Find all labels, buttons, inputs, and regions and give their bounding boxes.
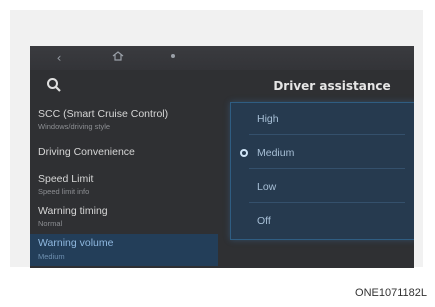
option-high[interactable]: High	[231, 105, 414, 135]
option-medium[interactable]: Medium	[231, 139, 414, 169]
search-icon[interactable]	[46, 77, 64, 95]
menu-item-speed-limit[interactable]: Speed Limit Speed limit info	[30, 173, 218, 199]
infotainment-screen: ‹ Driver assistance SCC (Smart Cruise Co…	[30, 46, 414, 268]
dots-icon[interactable]	[164, 50, 182, 66]
menu-item-driving-convenience[interactable]: Driving Convenience	[30, 146, 218, 168]
divider	[249, 202, 405, 203]
divider	[249, 168, 405, 169]
warning-volume-options: High Medium Low Off	[230, 102, 414, 240]
divider	[249, 134, 405, 135]
figure-code: ONE1071182L	[355, 287, 427, 299]
menu-item-scc[interactable]: SCC (Smart Cruise Control) Windows/drivi…	[30, 108, 218, 134]
radio-selected-icon	[240, 149, 248, 157]
home-icon[interactable]	[109, 50, 127, 66]
option-off[interactable]: Off	[231, 207, 414, 237]
top-bar: ‹	[30, 46, 414, 70]
chevron-left-icon[interactable]: ‹	[50, 50, 68, 66]
option-low[interactable]: Low	[231, 173, 414, 203]
menu-item-warning-timing[interactable]: Warning timing Normal	[30, 205, 218, 231]
menu-item-warning-volume[interactable]: Warning volume Medium	[30, 234, 218, 266]
panel-title: Driver assistance	[273, 79, 391, 93]
